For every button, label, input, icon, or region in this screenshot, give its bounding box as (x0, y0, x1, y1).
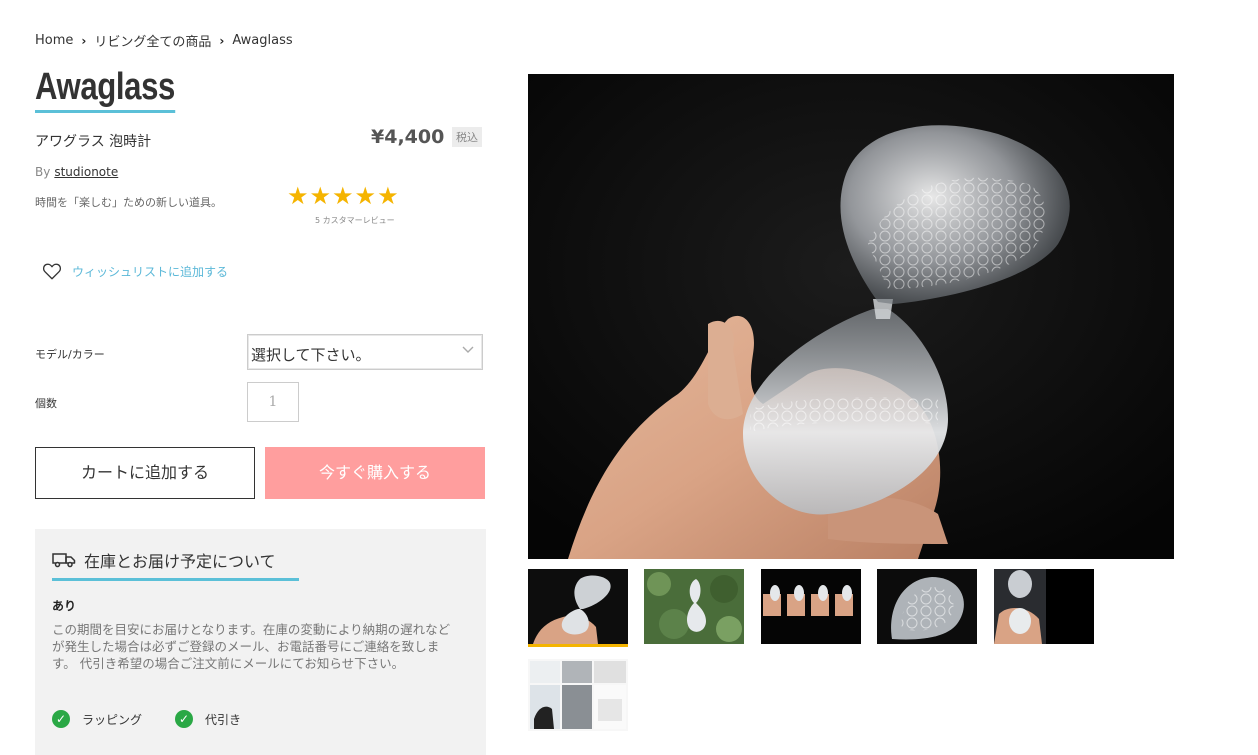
stock-heading-text: 在庫とお届け予定について (84, 552, 276, 571)
byline: By studionote (35, 165, 118, 179)
main-product-image[interactable] (528, 74, 1174, 559)
feature-wrapping: ✓ ラッピング (52, 710, 142, 728)
model-color-label: モデル/カラー (35, 348, 105, 361)
wishlist-label: ウィッシュリストに追加する (72, 264, 229, 279)
feature-label: 代引き (205, 712, 242, 727)
thumbnail[interactable] (644, 569, 744, 644)
truck-icon (52, 553, 76, 568)
product-subtitle: アワグラス 泡時計 (35, 134, 152, 150)
add-to-cart-button[interactable]: カートに追加する (35, 447, 255, 499)
product-price: ¥4,400 (371, 126, 445, 148)
quantity-label: 個数 (35, 397, 57, 410)
star-icon: ★ (354, 182, 377, 210)
star-icon: ★ (377, 182, 399, 210)
chevron-right-icon: › (219, 33, 225, 48)
wishlist-button[interactable]: ウィッシュリストに追加する (42, 262, 228, 280)
product-tagline: 時間を「楽しむ」ための新しい道具。 (35, 196, 222, 209)
chevron-right-icon: › (81, 33, 87, 48)
check-icon: ✓ (175, 710, 193, 728)
star-icon: ★ (332, 182, 354, 210)
breadcrumb-current: Awaglass (232, 33, 293, 48)
by-label: By (35, 165, 51, 179)
feature-cod: ✓ 代引き (175, 710, 241, 728)
review-count-link[interactable]: 5 カスタマーレビュー (315, 215, 395, 226)
stock-info-panel: 在庫とお届け予定について あり この期間を目安にお届けとなります。在庫の変動によ… (35, 529, 486, 755)
check-icon: ✓ (52, 710, 70, 728)
tax-badge: 税込 (452, 127, 482, 147)
chevron-down-icon (462, 343, 474, 359)
breadcrumb: Home › リビング全ての商品 › Awaglass (35, 31, 293, 50)
select-value: 選択して下さい。 (251, 346, 371, 364)
thumbnail[interactable] (994, 569, 1094, 644)
rating-stars[interactable]: ★ ★ ★ ★ ★ (287, 184, 399, 208)
buy-now-button[interactable]: 今すぐ購入する (265, 447, 485, 499)
quantity-input[interactable]: 1 (247, 382, 299, 422)
thumbnail[interactable] (528, 659, 628, 731)
model-color-select[interactable]: 選択して下さい。 (247, 334, 483, 370)
thumbnail[interactable] (877, 569, 977, 644)
stock-heading: 在庫とお届け予定について (52, 548, 299, 581)
star-icon: ★ (309, 182, 332, 210)
thumbnail[interactable] (761, 569, 861, 644)
heart-icon (42, 263, 62, 280)
star-icon: ★ (287, 182, 309, 210)
stock-status: あり (52, 599, 77, 613)
breadcrumb-category[interactable]: リビング全ての商品 (94, 31, 211, 50)
brand-link[interactable]: studionote (54, 165, 118, 179)
thumbnail[interactable] (528, 569, 628, 647)
feature-label: ラッピング (82, 712, 143, 727)
page-title: Awaglass (35, 64, 175, 113)
breadcrumb-home[interactable]: Home (35, 33, 73, 48)
stock-description: この期間を目安にお届けとなります。在庫の変動により納期の遅れなどが発生した場合は… (52, 622, 451, 671)
